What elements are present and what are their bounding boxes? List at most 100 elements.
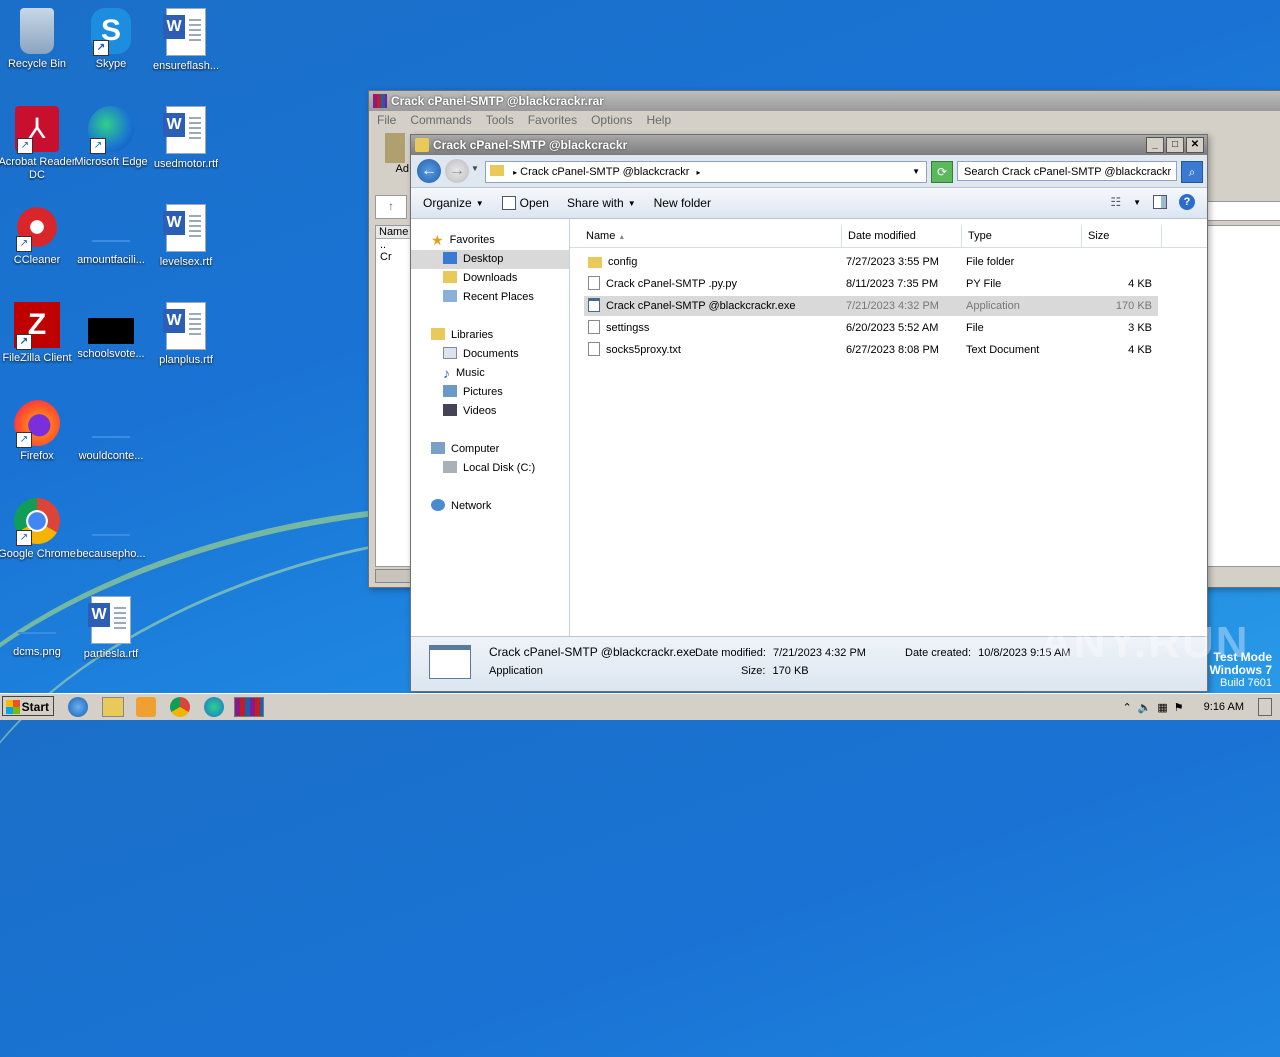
desktop-icon-ccleaner[interactable]: ↗ CCleaner	[0, 204, 77, 267]
chrome-icon: ↗	[14, 498, 60, 546]
nav-label: Favorites	[449, 234, 495, 246]
address-bar[interactable]: ▸ Crack cPanel-SMTP @blackcrackr ▸ ▼	[485, 161, 927, 183]
table-row[interactable]: Crack cPanel-SMTP .py.py 8/11/2023 7:35 …	[584, 274, 1158, 294]
change-view-icon[interactable]: ☷	[1110, 195, 1121, 209]
breadcrumb-chevron-icon[interactable]: ▸	[696, 168, 700, 177]
desktop-icon-filezilla[interactable]: Z ↗ FileZilla Client	[0, 302, 77, 365]
desktop-icon-firefox[interactable]: ↗ Firefox	[0, 400, 77, 463]
nav-pictures[interactable]: Pictures	[411, 383, 569, 402]
nav-documents[interactable]: Documents	[411, 345, 569, 364]
search-input[interactable]: Search Crack cPanel-SMTP @blackcrackr	[957, 161, 1177, 181]
clock[interactable]: 9:16 AM	[1204, 701, 1244, 713]
column-type[interactable]: Type	[962, 225, 1082, 247]
column-date-modified[interactable]: Date modified	[842, 225, 962, 247]
list-item[interactable]: ..	[376, 239, 410, 251]
back-button[interactable]: ←	[417, 159, 441, 183]
desktop-icon-ensureflash[interactable]: W ensureflash...	[146, 8, 226, 73]
desktop-icon-usedmotor[interactable]: W usedmotor.rtf	[146, 106, 226, 171]
search-icon[interactable]: ⌕	[1181, 161, 1203, 183]
edge-taskbar-icon[interactable]	[204, 697, 224, 717]
action-center-flag-icon[interactable]: ⚑	[1174, 701, 1184, 714]
winrar-taskbar-icon[interactable]	[234, 697, 264, 717]
winrar-file-list[interactable]: Name .. Cr	[375, 225, 411, 567]
nav-desktop[interactable]: Desktop	[411, 250, 569, 269]
address-dropdown-icon[interactable]: ▼	[912, 162, 920, 182]
nav-libraries[interactable]: Libraries	[411, 326, 569, 345]
chrome-taskbar-icon[interactable]	[170, 697, 190, 717]
menu-commands[interactable]: Commands	[410, 111, 471, 129]
desktop-icon-chrome[interactable]: ↗ Google Chrome	[0, 498, 77, 561]
explorer-taskbar-icon[interactable]	[102, 697, 124, 717]
list-item[interactable]: Cr	[376, 251, 410, 263]
organize-button[interactable]: Organize ▼	[423, 196, 484, 210]
explorer-window[interactable]: Crack cPanel-SMTP @blackcrackr _ □ ✕ ← →…	[410, 134, 1208, 692]
table-row[interactable]: config 7/27/2023 3:55 PM File folder	[584, 252, 1158, 272]
maximize-button[interactable]: □	[1166, 137, 1184, 153]
desktop-icon-wouldconte[interactable]: wouldconte...	[71, 400, 151, 463]
refresh-button[interactable]: ⟳	[931, 161, 953, 183]
desktop-icon-dcms[interactable]: dcms.png	[0, 596, 77, 659]
file-date: 6/20/2023 5:52 AM	[846, 322, 939, 334]
menu-file[interactable]: File	[377, 111, 396, 129]
desktop-icon-schoolsvote[interactable]: schoolsvote...	[71, 302, 151, 361]
table-row[interactable]: settingss 6/20/2023 5:52 AM File 3 KB	[584, 318, 1158, 338]
desktop-icon-amountfacili[interactable]: amountfacili...	[71, 204, 151, 267]
table-row[interactable]: socks5proxy.txt 6/27/2023 8:08 PM Text D…	[584, 340, 1158, 360]
downloads-icon	[443, 271, 457, 283]
speaker-icon[interactable]: 🔈	[1138, 701, 1152, 714]
column-size[interactable]: Size	[1082, 225, 1162, 247]
menu-tools[interactable]: Tools	[486, 111, 514, 129]
navigation-pane: ★ Favorites Desktop Downloads Recent Plac…	[411, 219, 570, 636]
desktop-icon-partiesla[interactable]: W partiesla.rtf	[71, 596, 151, 661]
chevron-down-icon[interactable]: ▼	[1133, 198, 1141, 207]
winrar-add-button[interactable]: Ad	[381, 133, 409, 177]
column-name[interactable]: Name ▲	[580, 225, 842, 247]
nav-computer[interactable]: Computer	[411, 440, 569, 459]
desktop-icon-acrobat[interactable]: ⅄ ↗ Acrobat Reader DC	[0, 106, 77, 182]
file-type: File	[966, 322, 984, 334]
forward-button[interactable]: →	[445, 159, 469, 183]
close-button[interactable]: ✕	[1186, 137, 1204, 153]
file-list[interactable]: Name ▲ Date modified Type Size config 7/…	[570, 219, 1207, 636]
new-folder-button[interactable]: New folder	[654, 196, 711, 210]
desktop-icon-recycle-bin[interactable]: Recycle Bin	[0, 8, 77, 71]
menu-favorites[interactable]: Favorites	[528, 111, 577, 129]
explorer-titlebar[interactable]: Crack cPanel-SMTP @blackcrackr _ □ ✕	[411, 135, 1207, 155]
help-icon[interactable]: ?	[1179, 194, 1195, 210]
desktop-icon-skype[interactable]: S ↗ Skype	[71, 8, 151, 71]
recent-pages-chevron-icon[interactable]: ▼	[471, 164, 479, 173]
start-button[interactable]: Start	[2, 696, 54, 716]
desktop-icon-planplus[interactable]: W planplus.rtf	[146, 302, 226, 367]
winrar-titlebar[interactable]: Crack cPanel-SMTP @blackcrackr.rar	[369, 91, 1280, 111]
column-name[interactable]: Name	[376, 226, 410, 239]
show-hidden-icons-icon[interactable]: ⌃	[1122, 701, 1131, 714]
menu-help[interactable]: Help	[646, 111, 671, 129]
minimize-button[interactable]: _	[1146, 137, 1164, 153]
preview-pane-icon[interactable]	[1153, 195, 1167, 209]
nav-network[interactable]: Network	[411, 497, 569, 516]
media-player-icon[interactable]	[136, 697, 156, 717]
desktop-icon-becausepho[interactable]: becausepho...	[71, 498, 151, 561]
desktop-icon-edge[interactable]: ↗ Microsoft Edge	[71, 106, 151, 169]
nav-label: Pictures	[463, 386, 503, 398]
nav-favorites[interactable]: ★ Favorites	[411, 231, 569, 250]
winrar-file-list-right[interactable]	[1207, 225, 1280, 567]
nav-music[interactable]: ♪ Music	[411, 364, 569, 383]
ie-icon[interactable]	[68, 697, 88, 717]
breadcrumb-chevron-icon[interactable]: ▸	[513, 168, 517, 177]
share-with-button[interactable]: Share with ▼	[567, 196, 636, 210]
nav-videos[interactable]: Videos	[411, 402, 569, 421]
breadcrumb[interactable]: Crack cPanel-SMTP @blackcrackr	[520, 166, 689, 178]
nav-local-disk[interactable]: Local Disk (C:)	[411, 459, 569, 478]
up-arrow-icon[interactable]: ↑	[375, 195, 407, 219]
network-tray-icon[interactable]: ▦	[1157, 701, 1167, 714]
desktop-icon-levelsex[interactable]: W levelsex.rtf	[146, 204, 226, 269]
table-row-selected[interactable]: Crack cPanel-SMTP @blackcrackr.exe 7/21/…	[584, 296, 1158, 316]
nav-recent-places[interactable]: Recent Places	[411, 288, 569, 307]
winrar-address[interactable]	[1207, 201, 1280, 221]
desktop-icon-label: Skype	[95, 58, 127, 70]
open-button[interactable]: Open	[501, 196, 549, 210]
show-desktop-button[interactable]	[1258, 698, 1272, 716]
menu-options[interactable]: Options	[591, 111, 632, 129]
nav-downloads[interactable]: Downloads	[411, 269, 569, 288]
